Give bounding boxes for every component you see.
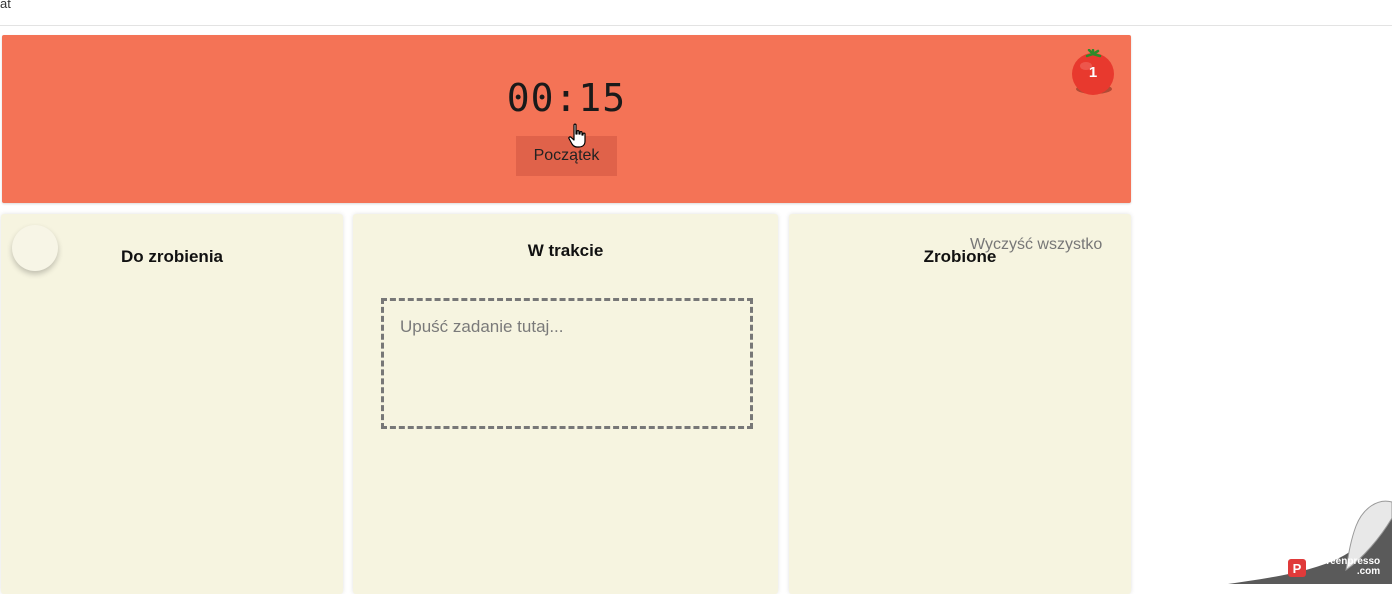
svg-text:P: P bbox=[1293, 561, 1302, 576]
watermark-line2: .com bbox=[1356, 566, 1381, 577]
pomodoro-count: 1 bbox=[1088, 64, 1098, 81]
timer-display: 00:15 bbox=[506, 76, 627, 120]
pointer-hand-icon bbox=[568, 123, 586, 148]
pomodoro-timer-panel: 00:15 Początek 1 bbox=[2, 35, 1131, 203]
todo-column-title: Do zrobienia bbox=[120, 247, 223, 266]
browser-top-bar: at bbox=[0, 0, 1392, 26]
screenpresso-watermark-text: Screenpresso .com bbox=[1314, 557, 1380, 577]
drop-zone-placeholder: Upuść zadanie tutaj... bbox=[400, 317, 564, 336]
in-progress-column-title: W trakcie bbox=[527, 241, 604, 260]
start-button[interactable]: Początek bbox=[516, 136, 617, 176]
in-progress-column: W trakcie Upuść zadanie tutaj... bbox=[353, 214, 778, 594]
clear-all-button[interactable]: Wyczyść wszystko bbox=[970, 236, 1102, 254]
done-column: Zrobione Wyczyść wszystko bbox=[789, 214, 1131, 594]
task-drop-zone[interactable]: Upuść zadanie tutaj... bbox=[381, 298, 753, 429]
top-bar-text: at bbox=[0, 0, 11, 11]
todo-column: Do zrobienia bbox=[1, 214, 343, 594]
